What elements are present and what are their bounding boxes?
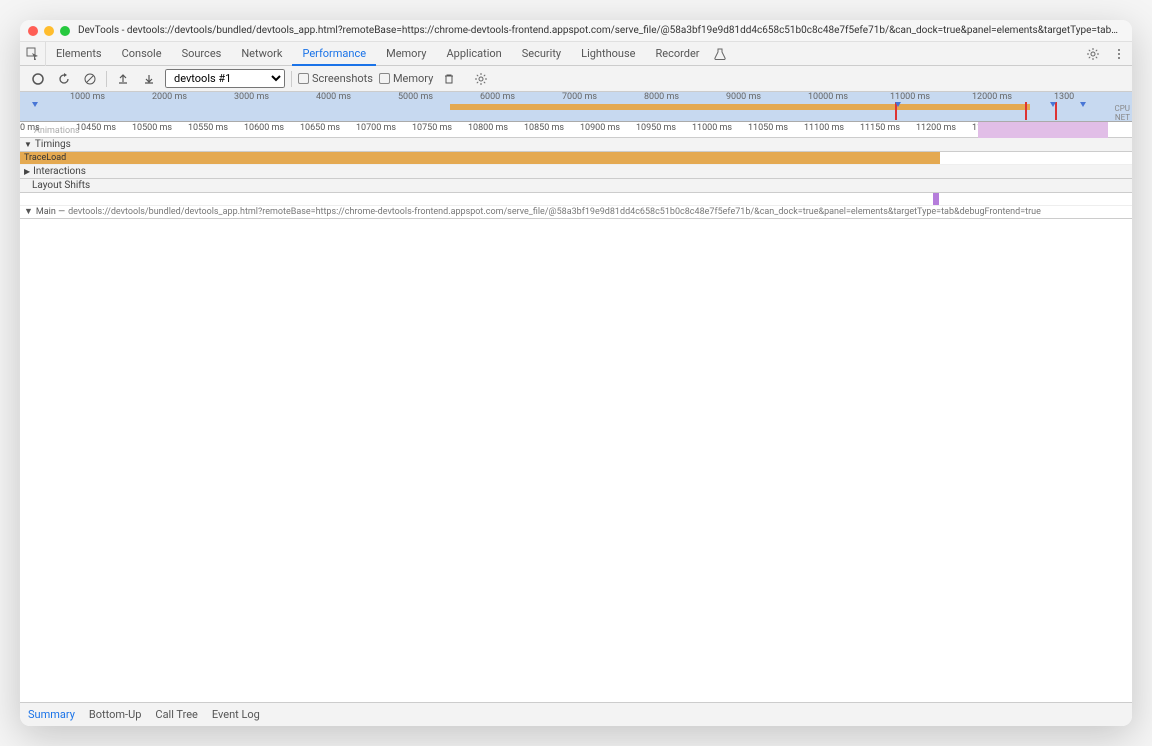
ruler-tick: 10750 ms	[412, 123, 452, 133]
tracks-area[interactable]: ▼Timings TraceLoad ▶Interactions Layout …	[20, 138, 1132, 702]
window-title: DevTools - devtools://devtools/bundled/d…	[78, 25, 1124, 36]
overview-tick: 1300	[1054, 92, 1074, 102]
bottom-tab-summary[interactable]: Summary	[28, 708, 75, 721]
cpu-label: CPU	[1115, 104, 1130, 113]
upload-button[interactable]	[113, 69, 133, 89]
inspect-icon[interactable]	[20, 42, 46, 66]
tab-lighthouse[interactable]: Lighthouse	[571, 42, 645, 66]
titlebar: DevTools - devtools://devtools/bundled/d…	[20, 20, 1132, 42]
clear-button[interactable]	[80, 69, 100, 89]
overview-tick: 7000 ms	[562, 92, 597, 102]
ruler-tick: 11100 ms	[804, 123, 844, 133]
reload-button[interactable]	[54, 69, 74, 89]
overview-tick: 10000 ms	[808, 92, 848, 102]
trash-button[interactable]	[439, 69, 459, 89]
overview-tick: 6000 ms	[480, 92, 515, 102]
ruler-tick: 10650 ms	[300, 123, 340, 133]
interactions-header[interactable]: ▶Interactions	[20, 165, 1132, 179]
tab-console[interactable]: Console	[112, 42, 172, 66]
perf-toolbar: devtools #1 Screenshots Memory	[20, 66, 1132, 92]
overview-tick: 2000 ms	[152, 92, 187, 102]
ruler-tick: 10800 ms	[468, 123, 508, 133]
overview-tick: 8000 ms	[644, 92, 679, 102]
ruler-tick: 0 ms	[20, 123, 40, 133]
overview-tick: 3000 ms	[234, 92, 269, 102]
detail-ruler[interactable]: Animations 0 ms 10450 ms 10500 ms 10550 ms 1…	[20, 122, 1132, 138]
tab-security[interactable]: Security	[512, 42, 571, 66]
overview-tick: 5000 ms	[398, 92, 433, 102]
animations-label: Animations	[34, 126, 80, 136]
ruler-tick: 11150 ms	[860, 123, 900, 133]
layout-shifts-header[interactable]: Layout Shifts	[20, 179, 1132, 193]
overview-tick: 12000 ms	[972, 92, 1012, 102]
tab-application[interactable]: Application	[436, 42, 511, 66]
perf-settings-icon[interactable]	[471, 69, 491, 89]
ruler-tick: 10900 ms	[580, 123, 620, 133]
settings-icon[interactable]	[1080, 42, 1106, 66]
screenshots-check[interactable]: Screenshots	[298, 72, 373, 85]
traffic-lights	[28, 26, 70, 36]
memory-check[interactable]: Memory	[379, 72, 433, 85]
maximize-icon[interactable]	[60, 26, 70, 36]
ruler-tick: 10500 ms	[132, 123, 172, 133]
layout-shift-bar[interactable]	[933, 193, 939, 205]
overview-triangle	[1080, 102, 1086, 107]
overview-triangle	[895, 102, 901, 107]
ruler-tick: 10450 ms	[76, 123, 116, 133]
overview-triangle	[32, 102, 38, 107]
tab-memory[interactable]: Memory	[376, 42, 436, 66]
overview-marker	[1025, 102, 1027, 120]
overview-triangle	[1050, 102, 1056, 107]
ruler-tick: 11200 ms	[916, 123, 956, 133]
tab-recorder[interactable]: Recorder	[645, 42, 709, 66]
overview-strip[interactable]: CPU NET 1000 ms 2000 ms 3000 ms 4000 ms 5000…	[20, 92, 1132, 122]
ruler-tick: 10550 ms	[188, 123, 228, 133]
overview-tick: 1000 ms	[70, 92, 105, 102]
bottom-tab-call-tree[interactable]: Call Tree	[155, 708, 197, 721]
tab-sources[interactable]: Sources	[172, 42, 232, 66]
timings-header[interactable]: ▼Timings	[20, 138, 1132, 152]
main-tabbar: ElementsConsoleSourcesNetworkPerformance…	[20, 42, 1132, 66]
overview-tick: 4000 ms	[316, 92, 351, 102]
overview-activity	[450, 104, 1030, 110]
ruler-tick: 10950 ms	[636, 123, 676, 133]
close-icon[interactable]	[28, 26, 38, 36]
ruler-tick: 10700 ms	[356, 123, 396, 133]
tab-performance[interactable]: Performance	[292, 42, 376, 66]
bottom-tab-bottom-up[interactable]: Bottom-Up	[89, 708, 142, 721]
ruler-tick: 10600 ms	[244, 123, 284, 133]
flask-icon	[714, 48, 726, 60]
ruler-tick: 10850 ms	[524, 123, 564, 133]
ruler-tick: 11050 ms	[748, 123, 788, 133]
traceload-bar[interactable]: TraceLoad	[20, 152, 940, 164]
devtools-window: DevTools - devtools://devtools/bundled/d…	[20, 20, 1132, 726]
net-label: NET	[1115, 113, 1130, 122]
minimize-icon[interactable]	[44, 26, 54, 36]
overview-tick: 9000 ms	[726, 92, 761, 102]
download-button[interactable]	[139, 69, 159, 89]
more-icon[interactable]	[1106, 42, 1132, 66]
traceload-row: TraceLoad	[20, 152, 1132, 165]
profile-select[interactable]: devtools #1	[165, 69, 285, 88]
overview-tick: 11000 ms	[890, 92, 930, 102]
tab-network[interactable]: Network	[231, 42, 292, 66]
ruler-selection	[978, 122, 1108, 138]
main-thread-header[interactable]: ▼Main —devtools://devtools/bundled/devto…	[20, 206, 1132, 219]
tab-elements[interactable]: Elements	[46, 42, 112, 66]
bottom-tab-event-log[interactable]: Event Log	[212, 708, 260, 721]
layout-shift-row	[20, 193, 1132, 206]
record-button[interactable]	[28, 69, 48, 89]
bottom-tabs: Summary Bottom-Up Call Tree Event Log	[20, 702, 1132, 726]
ruler-tick: 11000 ms	[692, 123, 732, 133]
